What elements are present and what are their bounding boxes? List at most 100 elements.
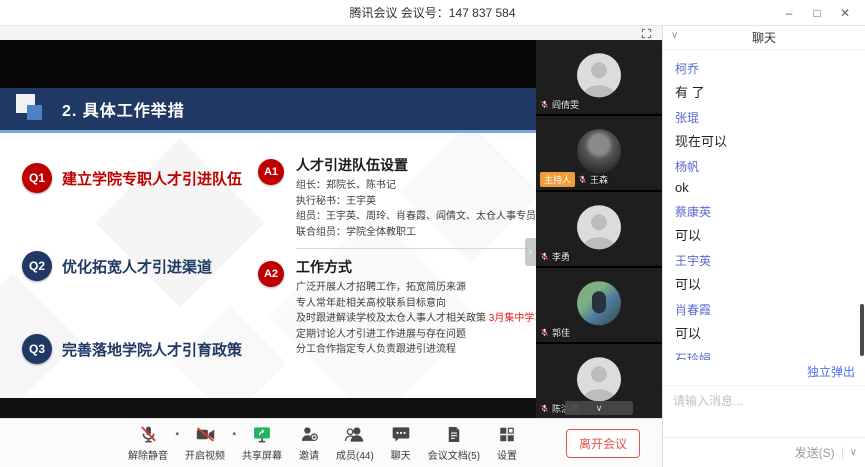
scroll-participants-button[interactable]: ∨: [565, 401, 633, 415]
slide-body: Q1 建立学院专职人才引进队伍 Q2 优化拓宽人才引进渠道 Q3 完善落地学院人…: [0, 133, 536, 398]
mic-muted-icon: [540, 100, 549, 109]
a2-line: 及时跟进解读学校及太仓人事人才相关政策 3月集中学习: [296, 311, 528, 327]
tencent-meeting-window: 腾讯会议 会议号：147 837 584 – □ ✕: [0, 0, 865, 467]
share-screen-button[interactable]: 共享屏幕: [242, 425, 282, 462]
a2-line: 定期讨论人才引进工作进展与存在问题: [296, 327, 528, 343]
chat-send-bar: 发送(S) ∨: [663, 437, 865, 467]
q2-label: 优化拓宽人才引进渠道: [62, 256, 212, 277]
participant-name: 郭佳: [552, 326, 570, 339]
titlebar: 腾讯会议 会议号：147 837 584 – □ ✕: [0, 0, 865, 26]
video-strip: 阎倩雯 主持人 王森: [536, 40, 662, 418]
video-tile[interactable]: 郭佳: [536, 268, 662, 342]
members-button[interactable]: 成员(44): [336, 425, 374, 462]
avatar: [577, 281, 621, 325]
q2-badge: Q2: [22, 251, 52, 281]
invite-button[interactable]: 邀请: [299, 425, 319, 462]
question-item: Q2 优化拓宽人才引进渠道: [22, 251, 212, 281]
letterbox-bottom: [0, 398, 536, 418]
video-tile[interactable]: 阎倩雯: [536, 40, 662, 114]
slide-logo: [16, 94, 46, 124]
meeting-docs-button[interactable]: 会议文档(5): [428, 425, 480, 462]
chat-input-area: [663, 385, 865, 437]
chat-sender: 张琨: [675, 109, 853, 126]
video-options-caret[interactable]: ▴: [232, 429, 236, 437]
slide-title: 2. 具体工作举措: [62, 97, 185, 121]
leave-meeting-button[interactable]: 离开会议: [566, 429, 640, 458]
participant-name: 李勇: [552, 250, 570, 263]
minimize-icon[interactable]: –: [775, 6, 803, 20]
a1-line: 联合组员：学院全体教职工: [296, 225, 528, 241]
chat-button[interactable]: 聊天: [391, 425, 411, 462]
chat-sender: 杨帆: [675, 158, 853, 175]
chat-message: 可以: [675, 323, 853, 342]
a1-title: 人才引进队伍设置: [296, 155, 528, 175]
chat-title: 聊天: [752, 29, 776, 46]
chat-sender: 蔡康英: [675, 203, 853, 220]
a1-line: 组长：郑院长、陈书记: [296, 178, 528, 194]
red-highlight: 3月集中学习: [489, 313, 536, 324]
participant-name: 王森: [590, 173, 608, 186]
chat-input[interactable]: [673, 394, 855, 408]
avatar: [577, 53, 621, 97]
mic-muted-icon: [139, 425, 158, 445]
q3-label: 完善落地学院人才引育政策: [62, 339, 242, 360]
chat-message: 可以: [675, 225, 853, 244]
mic-options-caret[interactable]: ▴: [175, 429, 179, 437]
a1-line: 组员：王宇英、周玲、肖春霞、阎倩文、太仓人事专员: [296, 209, 528, 225]
chat-sender: 肖春霞: [675, 301, 853, 318]
chat-sender: 石玲娟: [675, 350, 853, 360]
window-controls: – □ ✕: [775, 0, 859, 26]
divider: [842, 447, 843, 459]
avatar: [577, 129, 621, 173]
content-topbar: [0, 26, 662, 40]
send-options-chevron-icon[interactable]: ∨: [850, 447, 857, 458]
slide-answers: A1 人才引进队伍设置 组长：郑院长、陈书记 执行秘书：王宇英 组员：王宇英、周…: [258, 133, 528, 358]
mic-muted-icon: [578, 175, 587, 184]
chat-message: ok: [675, 180, 853, 195]
video-tile[interactable]: 主持人 王森: [536, 116, 662, 190]
chat-panel: ∨ 聊天 柯乔 有 了 张琨 现在可以 杨帆 ok 蔡康英 可以 王宇英 可以 …: [662, 26, 865, 467]
members-icon: [344, 425, 365, 445]
video-tile[interactable]: 陈洪亮 ∨: [536, 344, 662, 418]
settings-button[interactable]: 设置: [497, 425, 517, 462]
popout-chat-link[interactable]: 独立弹出: [807, 365, 855, 379]
letterbox-top: [0, 40, 536, 88]
a2-line: 分工合作指定专人负责跟进引进流程: [296, 342, 528, 358]
chat-sender: 柯乔: [675, 60, 853, 77]
participant-name: 阎倩雯: [552, 98, 579, 111]
a2-line: 专人常年赴相关高校联系目标意向: [296, 296, 528, 312]
invite-icon: [299, 425, 319, 445]
close-icon[interactable]: ✕: [831, 6, 859, 20]
answer-block-a1: A1 人才引进队伍设置 组长：郑院长、陈书记 执行秘书：王宇英 组员：王宇英、周…: [258, 155, 528, 240]
maximize-icon[interactable]: □: [803, 6, 831, 20]
a2-title: 工作方式: [296, 257, 528, 277]
q3-badge: Q3: [22, 334, 52, 364]
a2-line: 广泛开展人才招聘工作，拓宽简历来源: [296, 280, 528, 296]
send-button[interactable]: 发送(S): [795, 444, 835, 461]
start-video-button[interactable]: ▴ 开启视频: [185, 425, 225, 462]
chat-message: 现在可以: [675, 131, 853, 150]
chat-sender: 王宇英: [675, 252, 853, 269]
share-screen-icon: [252, 425, 272, 445]
divider: [296, 248, 528, 249]
mic-muted-icon: [540, 328, 549, 337]
chat-scrollbar[interactable]: [860, 304, 864, 356]
collapse-video-panel-button[interactable]: ›: [525, 238, 536, 266]
chat-icon: [391, 425, 411, 445]
question-item: Q1 建立学院专职人才引进队伍: [22, 163, 242, 193]
chat-header: ∨ 聊天: [663, 26, 865, 50]
slide-header: 2. 具体工作举措: [0, 88, 536, 130]
mic-muted-icon: [540, 252, 549, 261]
chevron-down-icon[interactable]: ∨: [671, 30, 678, 41]
q1-badge: Q1: [22, 163, 52, 193]
window-title: 腾讯会议 会议号：147 837 584: [349, 4, 515, 21]
a2-badge: A2: [258, 261, 284, 287]
fullscreen-icon[interactable]: [641, 28, 652, 39]
chat-message: 有 了: [675, 82, 853, 101]
video-tile[interactable]: 李勇: [536, 192, 662, 266]
unmute-button[interactable]: ▴ 解除静音: [128, 425, 168, 462]
a1-line: 执行秘书：王宇英: [296, 194, 528, 210]
avatar: [577, 205, 621, 249]
mic-muted-icon: [540, 404, 549, 413]
question-item: Q3 完善落地学院人才引育政策: [22, 334, 242, 364]
